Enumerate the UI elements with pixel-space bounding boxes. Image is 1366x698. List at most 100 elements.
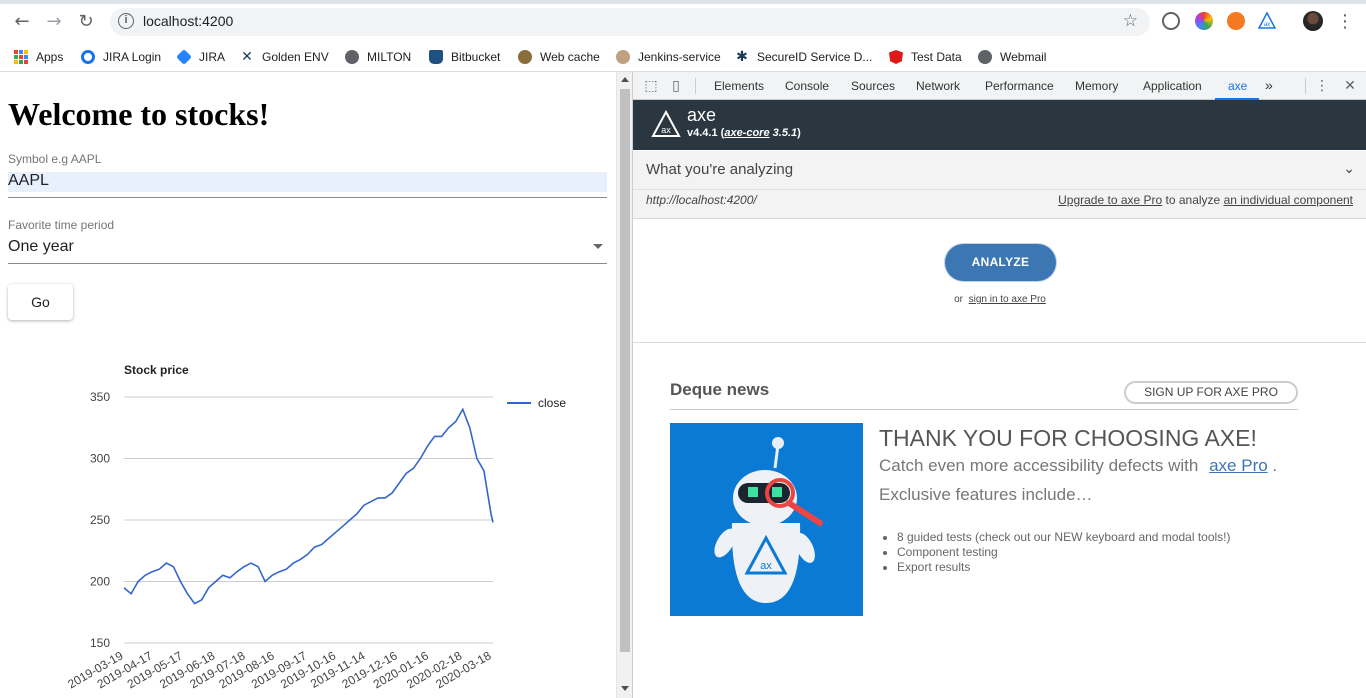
bookmark-webmail[interactable]: Webmail [978,47,1046,67]
list-item: Export results [897,560,1231,575]
bookmark-jira[interactable]: JIRA [176,47,225,67]
analyzing-url: http://localhost:4200/ [646,193,757,207]
more-tabs-button[interactable]: » [1265,77,1273,93]
tab-strip [0,0,1366,4]
bookmark-test-data[interactable]: Test Data [889,47,962,67]
analyzing-title: What you're analyzing [646,161,794,178]
bookmark-label: Apps [36,50,64,64]
device-toolbar-icon[interactable]: ▯ [668,78,684,94]
bookmark-jira-login[interactable]: JIRA Login [81,47,161,67]
devtools-panel: ⬚ ▯ Elements Console Sources Network Per… [632,72,1366,698]
info-icon[interactable]: i [118,13,134,29]
back-arrow-icon[interactable]: ← [11,11,33,33]
y-tick-label: 200 [90,575,110,589]
y-tick-label: 300 [90,452,110,466]
period-label: Favorite time period [8,218,115,232]
symbol-input[interactable]: AAPL [8,172,607,192]
upgrade-link[interactable]: Upgrade to axe Pro [1058,193,1162,207]
axe-header: ax axe v4.4.1 (axe-core 3.5.1) [633,100,1366,150]
bookmark-web-cache[interactable]: Web cache [518,47,600,67]
bookmark-label: Webmail [1000,50,1047,64]
vivaldi-extension-icon[interactable] [1162,12,1180,30]
bookmark-milton[interactable]: MILTON [345,47,411,67]
secureid-icon: ✱ [736,49,748,65]
version-number: v4.4.1 [687,127,718,139]
forward-arrow-icon[interactable]: → [43,11,65,33]
list-item: Component testing [897,545,1231,560]
signin-or: or [954,294,964,305]
divider [1305,78,1306,94]
bookmark-label: SecureID Service D... [757,50,873,64]
axe-logo-icon: ax [651,110,681,137]
exclusive-text: Exclusive features include… [879,485,1093,504]
address-bar[interactable]: i localhost:4200 ☆ [110,8,1150,36]
dropdown-arrow-icon[interactable] [593,244,603,249]
svg-text:ax: ax [661,125,671,135]
scroll-down-arrow-icon[interactable] [621,686,629,691]
tab-sources[interactable]: Sources [851,79,895,93]
axe-name: axe [687,105,717,125]
catch-end: . [1272,456,1278,475]
individual-component-link[interactable]: an individual component [1224,193,1353,207]
analyzing-section[interactable]: What you're analyzing ⌄ http://localhost… [633,151,1366,219]
chart-title: Stock price [124,363,189,377]
catch-text: Catch even more accessibility defects wi… [879,456,1277,476]
bookmark-label: Golden ENV [262,50,329,64]
reload-icon[interactable]: ↻ [75,11,97,33]
analyze-area: ANALYZE or sign in to axe Pro [633,220,1366,343]
orange-extension-icon[interactable] [1227,12,1245,30]
bookmark-golden-env[interactable]: ✕ Golden ENV [240,47,329,67]
kebab-menu-icon[interactable]: ⋮ [1314,78,1330,94]
tab-memory[interactable]: Memory [1075,79,1118,93]
inspect-element-icon[interactable]: ⬚ [643,78,659,94]
tab-network[interactable]: Network [916,79,960,93]
signup-button[interactable]: SIGN UP FOR AXE PRO [1124,381,1298,404]
go-button[interactable]: Go [8,284,73,320]
close-icon[interactable]: ✕ [1342,78,1358,94]
axe-core-link[interactable]: axe-core [724,127,769,139]
scroll-up-arrow-icon[interactable] [621,77,629,82]
analyze-button[interactable]: ANALYZE [945,244,1056,281]
page-scrollbar[interactable] [616,72,632,698]
axe-robot-image: ax [670,423,863,616]
divider [633,189,1366,190]
color-extension-icon[interactable] [1195,12,1213,30]
tab-axe[interactable]: axe [1228,79,1247,93]
stocks-app: Welcome to stocks! Symbol e.g AAPL AAPL … [0,72,616,698]
period-select[interactable]: One year [8,238,607,258]
stock-chart: Stock price 150200250300350 2019-03-1920… [65,363,566,691]
y-tick-label: 350 [90,390,110,404]
symbol-underline [8,197,607,198]
web-cache-icon [518,50,532,64]
tab-performance[interactable]: Performance [985,79,1054,93]
tab-application[interactable]: Application [1143,79,1202,93]
y-tick-label: 150 [90,636,110,650]
jenkins-icon [616,50,630,64]
bookmark-star-icon[interactable]: ☆ [1123,11,1138,31]
tools-icon: ✕ [241,49,253,65]
bookmark-apps[interactable]: Apps [14,47,63,67]
signin-link[interactable]: sign in to axe Pro [969,294,1046,305]
tab-console[interactable]: Console [785,79,829,93]
tab-elements[interactable]: Elements [714,79,764,93]
axe-pro-link[interactable]: axe Pro [1209,456,1268,475]
svg-text:ax: ax [760,560,772,572]
divider [670,409,1298,410]
bookmark-secureid[interactable]: ✱ SecureID Service D... [735,47,872,67]
jira-login-icon [81,50,95,64]
apps-grid-icon [14,50,28,64]
bookmark-label: Test Data [911,50,962,64]
axe-extension-icon[interactable]: ax [1257,11,1277,30]
axe-version: v4.4.1 (axe-core 3.5.1) [687,127,801,139]
menu-dots-icon[interactable]: ⋮ [1334,11,1356,33]
upgrade-middle: to analyze [1165,193,1221,207]
profile-avatar[interactable] [1303,11,1323,31]
page-title: Welcome to stocks! [8,96,270,132]
bookmark-bitbucket[interactable]: Bitbucket [429,47,500,67]
bookmark-jenkins[interactable]: Jenkins-service [616,47,721,67]
features-list: 8 guided tests (check out our NEW keyboa… [897,530,1231,575]
chevron-down-icon[interactable]: ⌄ [1343,161,1355,177]
scroll-thumb[interactable] [620,89,630,652]
robot-illustration: ax [714,437,823,603]
url-text[interactable]: localhost:4200 [143,13,233,29]
